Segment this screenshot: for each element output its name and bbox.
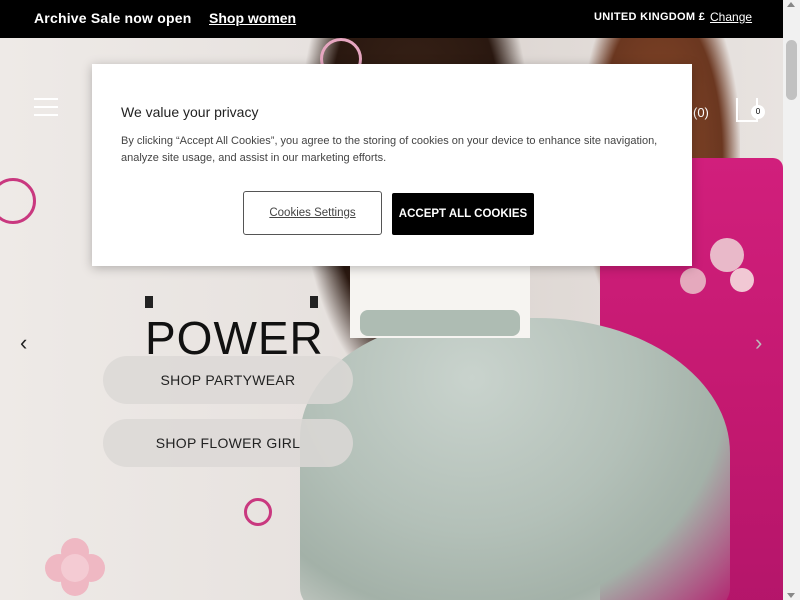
region-label: UNITED KINGDOM £ — [594, 11, 706, 23]
cookies-settings-button[interactable]: Cookies Settings — [243, 191, 382, 235]
hero-photo-waistband — [360, 310, 520, 336]
scrollbar-thumb[interactable] — [786, 40, 797, 100]
wishlist-count[interactable]: (0) — [693, 105, 709, 120]
hero-photo-tulle-skirt — [300, 318, 730, 600]
cookie-consent-dialog: We value your privacy By clicking “Accep… — [92, 64, 692, 266]
announcement-text: Archive Sale now open — [34, 10, 192, 26]
pink-flower-decoration — [45, 538, 105, 598]
scroll-down-icon[interactable] — [787, 593, 795, 598]
headline-partial-line — [145, 286, 325, 308]
scroll-up-icon[interactable] — [787, 2, 795, 7]
announcement-bar: Archive Sale now open Shop women UNITED … — [0, 0, 783, 38]
cookie-dialog-text: By clicking “Accept All Cookies”, you ag… — [121, 135, 658, 164]
cookie-dialog-title: We value your privacy — [121, 104, 259, 120]
page-scrollbar[interactable] — [783, 0, 800, 600]
accept-all-cookies-button[interactable]: ACCEPT ALL COOKIES — [392, 193, 534, 235]
shop-flower-girl-button[interactable]: SHOP FLOWER GIRL — [103, 419, 353, 467]
flower-outline-decoration — [244, 498, 272, 526]
shop-partywear-button[interactable]: SHOP PARTYWEAR — [103, 356, 353, 404]
menu-icon[interactable] — [34, 98, 58, 116]
flower-outline-decoration — [0, 178, 36, 224]
bag-count-badge: 0 — [751, 105, 765, 119]
chevron-right-icon[interactable]: › — [755, 330, 762, 356]
shop-women-link[interactable]: Shop women — [209, 10, 296, 26]
change-region-link[interactable]: Change — [710, 10, 752, 24]
chevron-left-icon[interactable]: ‹ — [20, 330, 27, 356]
